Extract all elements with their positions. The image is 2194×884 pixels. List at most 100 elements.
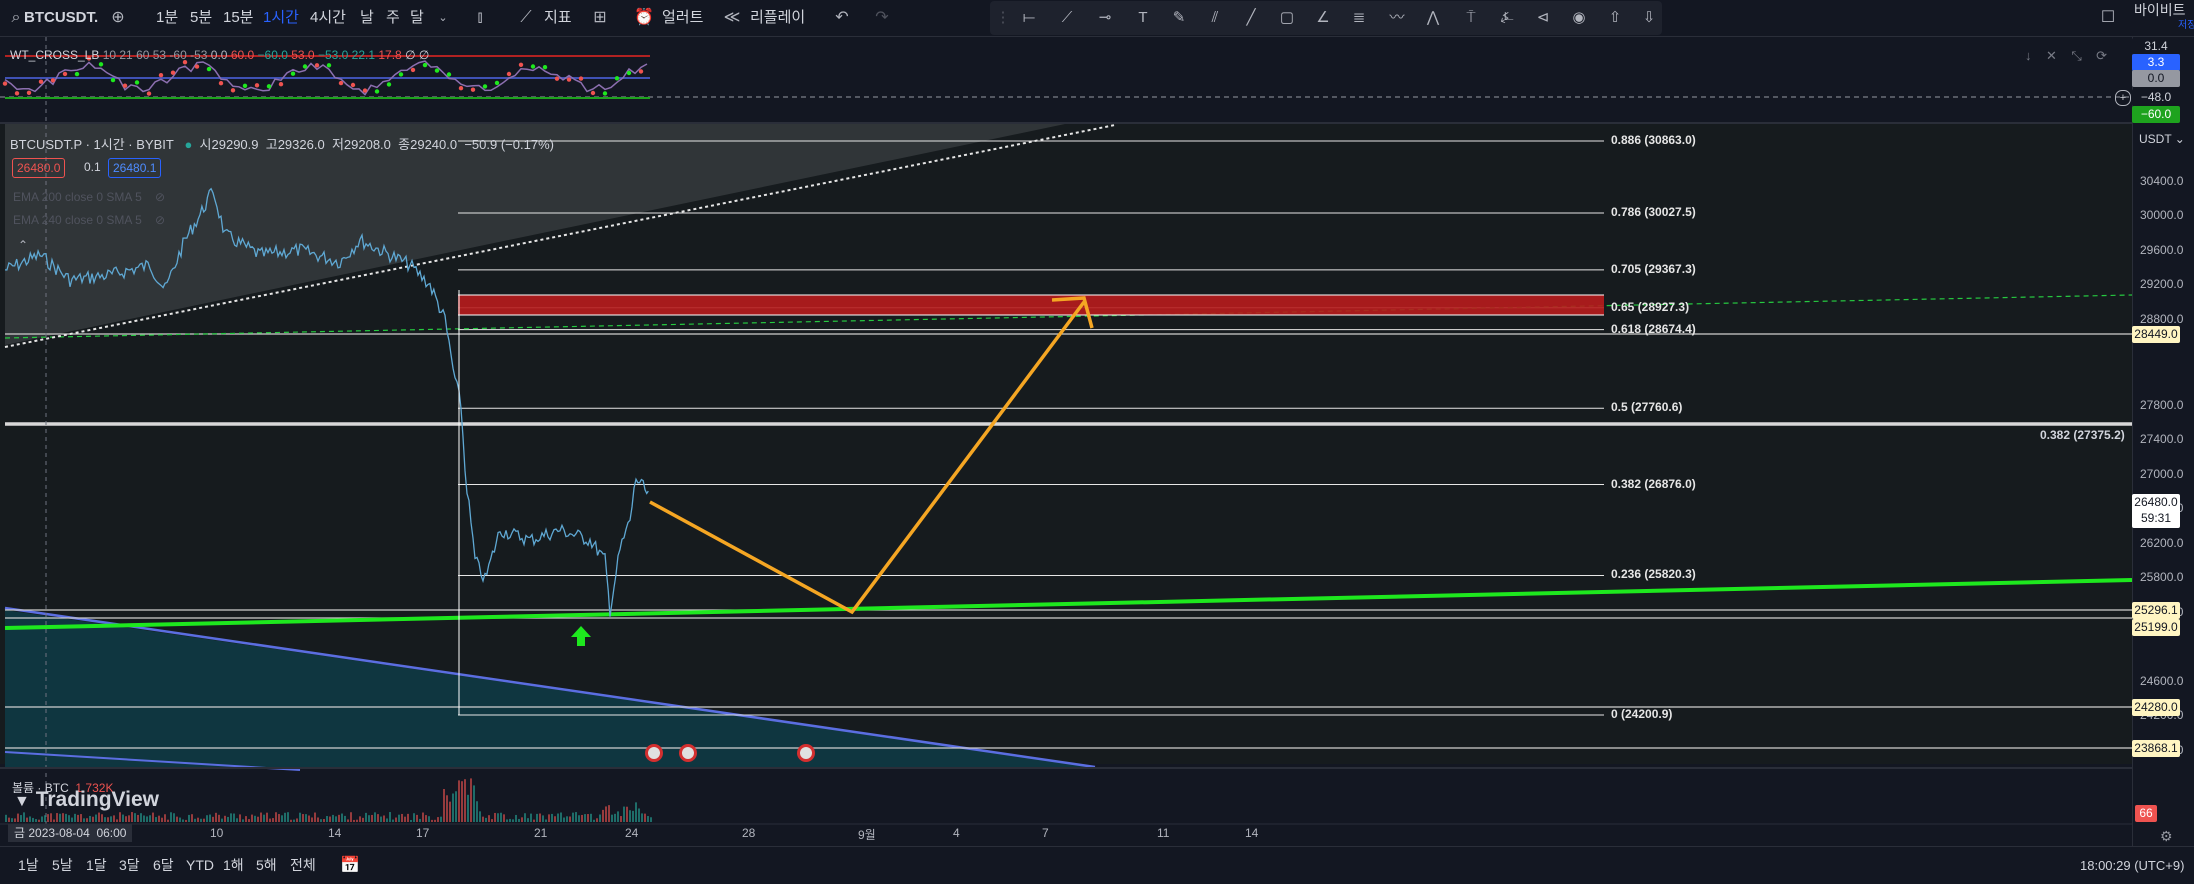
range-6m[interactable]: 6달 bbox=[153, 847, 174, 884]
ray-icon[interactable]: ╱ bbox=[1240, 8, 1262, 28]
horizontal-line-icon[interactable]: ⊸ bbox=[1094, 8, 1116, 28]
range-3m[interactable]: 3달 bbox=[119, 847, 140, 884]
clock[interactable]: 18:00:29 (UTC+9) bbox=[2080, 847, 2184, 884]
currency-selector[interactable]: USDT ⌄ bbox=[2139, 132, 2185, 146]
undo-icon[interactable]: ↶ bbox=[832, 8, 852, 28]
add-plus-icon[interactable]: + bbox=[2115, 90, 2131, 106]
pattern-icon[interactable]: 〰 bbox=[1386, 8, 1408, 28]
volume-bar bbox=[44, 815, 46, 822]
open-label: 시 bbox=[199, 137, 212, 152]
chevron-down-icon[interactable]: ⌄ bbox=[433, 8, 453, 28]
drag-handle-icon[interactable]: ⋮ bbox=[992, 8, 1014, 28]
replay-icon[interactable]: ≪ bbox=[722, 8, 742, 28]
horizontal-ray-icon[interactable]: ⟝ bbox=[1018, 8, 1040, 28]
range-5y[interactable]: 5해 bbox=[256, 847, 277, 884]
cursor-date-label: 금 2023-08-04 06:00 bbox=[8, 824, 133, 842]
volume-bar bbox=[443, 789, 445, 822]
range-1y[interactable]: 1해 bbox=[223, 847, 244, 884]
interval-month[interactable]: 달 bbox=[410, 0, 424, 36]
osc-cross-dot bbox=[194, 64, 200, 69]
search-icon[interactable]: ⌕ bbox=[6, 8, 26, 28]
volume-bar bbox=[53, 819, 55, 822]
interval-5m[interactable]: 5분 bbox=[190, 0, 212, 36]
redo-icon[interactable]: ↷ bbox=[872, 8, 892, 28]
high-value: 29326.0 bbox=[277, 137, 325, 152]
osc-axis-value: 3.3 bbox=[2132, 54, 2180, 71]
text-tool-icon[interactable]: T bbox=[1132, 8, 1154, 28]
long-position-icon[interactable]: ⍑ bbox=[1460, 8, 1482, 28]
osc-value: −60.0 bbox=[257, 48, 288, 62]
symbol-search[interactable]: BTCUSDT. bbox=[24, 0, 98, 36]
layout-grid-icon[interactable]: ⊞ bbox=[590, 8, 610, 28]
pane-down-icon[interactable]: ↓ bbox=[2025, 48, 2032, 63]
range-all[interactable]: 전체 bbox=[290, 847, 316, 884]
volume-bar bbox=[611, 814, 613, 822]
interval-4h[interactable]: 4시간 bbox=[310, 0, 346, 36]
pane-refresh-icon[interactable]: ⟳ bbox=[2096, 48, 2107, 63]
angle-icon[interactable]: ∠ bbox=[1312, 8, 1334, 28]
volume-bar bbox=[35, 819, 37, 822]
osc-cross-dot bbox=[170, 70, 176, 75]
elliott-wave-icon[interactable]: ⋀ bbox=[1422, 8, 1444, 28]
us-event-flag-icon[interactable] bbox=[679, 744, 697, 762]
volume-bar bbox=[521, 817, 523, 822]
eye-hidden-icon[interactable]: ⊘ bbox=[155, 190, 165, 204]
osc-cross-dot bbox=[578, 76, 584, 81]
arrow-down-icon[interactable]: ⇩ bbox=[1638, 8, 1660, 28]
ema200-legend[interactable]: EMA 200 close 0 SMA 5 bbox=[13, 190, 142, 204]
indicators-icon[interactable]: ⟋ bbox=[516, 8, 536, 28]
eye-hidden-icon[interactable]: ⊘ bbox=[155, 213, 165, 227]
volume-bar bbox=[491, 819, 493, 822]
interval-15m[interactable]: 15분 bbox=[223, 0, 254, 36]
replay-button[interactable]: 리플레이 bbox=[750, 0, 805, 36]
osc-cross-dot bbox=[254, 83, 260, 88]
trend-line-icon[interactable]: ⟋ bbox=[1056, 8, 1078, 28]
symbol-title[interactable]: BTCUSDT.P · 1시간 · BYBIT bbox=[10, 137, 174, 152]
interval-week[interactable]: 주 bbox=[386, 0, 400, 36]
us-event-flag-icon[interactable] bbox=[645, 744, 663, 762]
fib-retracement-icon[interactable]: ≣ bbox=[1348, 8, 1370, 28]
brush-icon[interactable]: ✎ bbox=[1168, 8, 1190, 28]
oscillator-name[interactable]: WT_CROSS_LB bbox=[10, 48, 99, 62]
ema240-legend[interactable]: EMA 240 close 0 SMA 5 bbox=[13, 213, 142, 227]
arrow-up-icon[interactable]: ⇧ bbox=[1604, 8, 1626, 28]
alert-icon[interactable]: ⏰ bbox=[634, 8, 654, 28]
price-tick: 24600.0 bbox=[2140, 673, 2184, 688]
time-tick: 7 bbox=[1042, 826, 1049, 840]
interval-1h[interactable]: 1시간 bbox=[263, 0, 299, 36]
volume-bar bbox=[260, 812, 262, 822]
range-ytd[interactable]: YTD bbox=[186, 847, 214, 884]
add-symbol-icon[interactable]: ⊕ bbox=[108, 8, 128, 28]
candle-type-icon[interactable]: ⫾ bbox=[470, 8, 490, 28]
volume-bar bbox=[590, 813, 592, 822]
interval-day[interactable]: 날 bbox=[360, 0, 374, 36]
bid-button[interactable]: 26480.0 bbox=[12, 158, 66, 178]
collapse-legend-icon[interactable]: ⌃ bbox=[18, 238, 28, 252]
calendar-icon[interactable]: 📅 bbox=[340, 847, 360, 884]
pane-close-icon[interactable]: ✕ bbox=[2046, 48, 2057, 63]
rectangle-icon[interactable]: ▢ bbox=[1276, 8, 1298, 28]
volume-bar bbox=[191, 814, 193, 822]
indicators-button[interactable]: 지표 bbox=[544, 0, 572, 36]
osc-cross-dot bbox=[314, 63, 320, 68]
measure-icon[interactable]: ⍼ bbox=[1496, 8, 1518, 28]
osc-cross-dot bbox=[146, 91, 152, 96]
volume-bar bbox=[5, 814, 7, 822]
alert-button[interactable]: 얼러트 bbox=[662, 0, 703, 36]
price-chart[interactable] bbox=[0, 0, 2132, 846]
fullscreen-checkbox-icon[interactable]: ☐ bbox=[2098, 8, 2118, 28]
osc-cross-dot bbox=[554, 76, 560, 81]
us-event-flag-icon[interactable] bbox=[797, 744, 815, 762]
osc-cross-dot bbox=[38, 79, 44, 84]
parallel-channel-icon[interactable]: ⫽ bbox=[1204, 8, 1226, 28]
interval-1m[interactable]: 1분 bbox=[156, 0, 178, 36]
range-1d[interactable]: 1날 bbox=[18, 847, 39, 884]
share-icon[interactable]: ⊲ bbox=[1532, 8, 1554, 28]
ask-button[interactable]: 26480.1 bbox=[108, 158, 162, 178]
range-5d[interactable]: 5날 bbox=[52, 847, 73, 884]
pane-collapse-icon[interactable]: ⤡ bbox=[2071, 48, 2081, 63]
volume-bar bbox=[641, 813, 643, 822]
range-1m[interactable]: 1달 bbox=[86, 847, 107, 884]
axis-settings-icon[interactable]: ⚙ bbox=[2160, 828, 2173, 845]
eye-icon[interactable]: ◉ bbox=[1568, 8, 1590, 28]
